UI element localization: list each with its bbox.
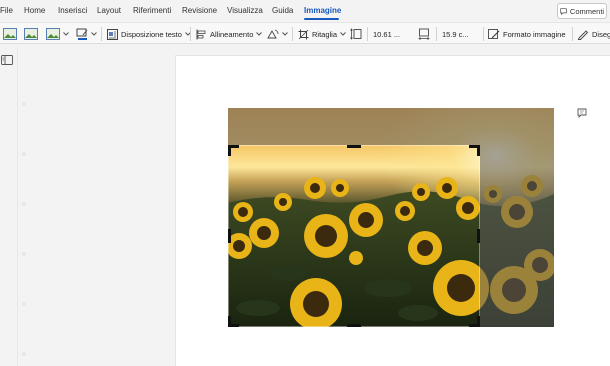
height-icon — [350, 28, 362, 40]
picture-style-button-2[interactable] — [24, 26, 38, 42]
menu-bar: File Home Inserisci Layout Riferimenti R… — [0, 0, 610, 22]
active-tab-indicator — [304, 18, 339, 20]
rotate-button[interactable] — [267, 26, 288, 42]
crop-handle-top[interactable] — [347, 145, 361, 150]
toolbar-separator — [190, 27, 191, 41]
height-control — [350, 26, 362, 42]
crop-handle-bottom-left[interactable] — [228, 315, 240, 327]
toolbar-separator — [483, 27, 484, 41]
crop-label: Ritaglia — [312, 29, 338, 39]
tab-file[interactable]: File — [0, 6, 13, 15]
toolbar-separator — [367, 27, 368, 41]
draw-icon — [577, 29, 589, 40]
tab-layout[interactable]: Layout — [97, 6, 121, 15]
navigation-pane-border — [17, 46, 18, 366]
crop-handle-right[interactable] — [475, 229, 480, 243]
align-label: Allineamento — [210, 29, 254, 39]
comment-icon[interactable] — [577, 108, 587, 118]
crop-handle-bottom[interactable] — [347, 322, 361, 327]
chevron-down-icon — [340, 32, 346, 36]
border-color-button[interactable] — [76, 26, 97, 42]
wrap-text-button[interactable]: Disposizione testo — [107, 26, 191, 42]
comments-label: Commenti — [569, 6, 605, 16]
align-button[interactable]: Allineamento — [196, 26, 263, 42]
height-input[interactable]: 10.61 ... — [371, 27, 400, 41]
width-input[interactable]: 15.9 c... — [440, 27, 469, 41]
comments-button[interactable]: Commenti — [557, 3, 607, 19]
tab-help[interactable]: Guida — [272, 6, 293, 15]
align-icon — [196, 29, 206, 39]
rotate-icon — [267, 29, 279, 38]
picture-toolbar: Disposizione testo Allineamento Ritaglia… — [0, 22, 610, 44]
navigation-marker — [22, 152, 26, 156]
tab-review[interactable]: Revisione — [182, 6, 217, 15]
crop-handle-bottom-right[interactable] — [468, 315, 480, 327]
crop-icon — [298, 29, 309, 39]
comment-icon — [560, 7, 567, 15]
picture-style-button-1[interactable] — [3, 26, 17, 42]
width-icon — [418, 28, 430, 40]
chevron-down-icon — [63, 32, 69, 36]
chevron-down-icon — [256, 32, 263, 36]
crop-handle-top-right[interactable] — [468, 145, 480, 157]
tab-home[interactable]: Home — [24, 6, 45, 15]
toolbar-separator — [572, 27, 573, 41]
navigation-marker — [22, 352, 26, 356]
width-value: 15.9 c... — [442, 29, 469, 39]
chevron-down-icon — [91, 32, 97, 36]
picture-style-button-3[interactable] — [46, 26, 69, 42]
tab-references[interactable]: Riferimenti — [133, 6, 171, 15]
navigation-marker — [22, 302, 26, 306]
draw-label: Disegn — [592, 29, 610, 39]
format-picture-label: Formato immagine — [503, 29, 566, 39]
crop-handle-left[interactable] — [228, 229, 233, 243]
toolbar-separator — [436, 27, 437, 41]
sunflower-photo — [228, 108, 554, 327]
picture-style-icon — [24, 28, 38, 40]
chevron-down-icon — [282, 32, 288, 36]
picture-style-icon — [46, 28, 60, 40]
picture-style-icon — [3, 28, 17, 40]
toolbar-separator — [292, 27, 293, 41]
width-control — [418, 26, 430, 42]
sunflower-image[interactable] — [228, 108, 554, 327]
tab-view[interactable]: Visualizza — [227, 6, 263, 15]
wrap-text-icon — [107, 28, 118, 40]
wrap-text-label: Disposizione testo — [121, 29, 182, 39]
tab-insert[interactable]: Inserisci — [58, 6, 87, 15]
crop-handle-top-left[interactable] — [228, 145, 240, 157]
navigation-marker — [22, 202, 26, 206]
toolbar-separator — [101, 27, 102, 41]
pen-color-icon — [76, 28, 88, 40]
draw-button[interactable]: Disegn — [577, 26, 610, 42]
height-value: 10.61 ... — [373, 29, 401, 39]
format-picture-icon — [488, 28, 500, 39]
panel-toggle-icon[interactable] — [1, 54, 13, 66]
tab-picture[interactable]: Immagine — [304, 6, 341, 15]
navigation-marker — [22, 252, 26, 256]
crop-button[interactable]: Ritaglia — [298, 26, 346, 42]
format-picture-button[interactable]: Formato immagine — [488, 26, 566, 42]
navigation-marker — [22, 102, 26, 106]
